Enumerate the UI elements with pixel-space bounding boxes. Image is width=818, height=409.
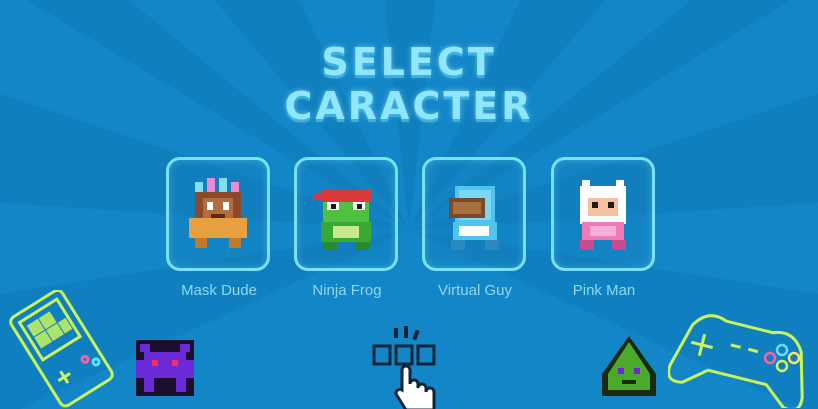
character-label-mask-dude: Mask Dude bbox=[181, 282, 257, 299]
character-card-pink-man[interactable] bbox=[551, 157, 655, 271]
mask-dude-icon bbox=[189, 178, 247, 248]
character-card-virtual-guy[interactable] bbox=[422, 157, 526, 271]
gamepad-icon bbox=[668, 314, 804, 408]
title-caracter: CARACTER bbox=[284, 84, 534, 128]
ninja-frog-icon bbox=[313, 190, 371, 250]
pointer-hand-icon bbox=[372, 326, 436, 409]
character-card-ninja-frog[interactable] bbox=[294, 157, 398, 271]
title-select: SELECT bbox=[321, 40, 497, 84]
character-label-ninja-frog: Ninja Frog bbox=[312, 282, 382, 299]
green-alien-icon bbox=[602, 336, 656, 396]
purple-space-invader-icon bbox=[136, 340, 194, 396]
character-label-pink-man: Pink Man bbox=[572, 282, 636, 299]
virtual-guy-icon bbox=[449, 186, 499, 250]
pink-man-icon bbox=[580, 180, 626, 250]
character-label-virtual-guy: Virtual Guy bbox=[438, 282, 512, 299]
character-card-mask-dude[interactable] bbox=[166, 157, 270, 271]
handheld-console-icon bbox=[9, 290, 114, 408]
